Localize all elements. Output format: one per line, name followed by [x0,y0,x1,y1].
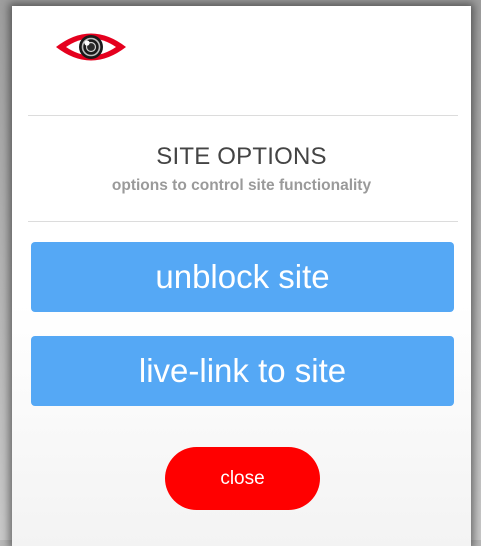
section-divider [28,221,458,222]
close-button[interactable]: close [165,447,320,510]
eye-icon [56,33,126,61]
page-subtitle: options to control site functionality [111,177,372,194]
page-title: SITE OPTIONS [156,143,327,170]
window-frame: SITE OPTIONS options to control site fun… [0,0,481,546]
unblock-site-button[interactable]: unblock site [31,242,454,312]
live-link-site-button[interactable]: live-link to site [31,336,454,406]
header-divider [28,115,458,116]
site-options-popup: SITE OPTIONS options to control site fun… [12,6,471,546]
